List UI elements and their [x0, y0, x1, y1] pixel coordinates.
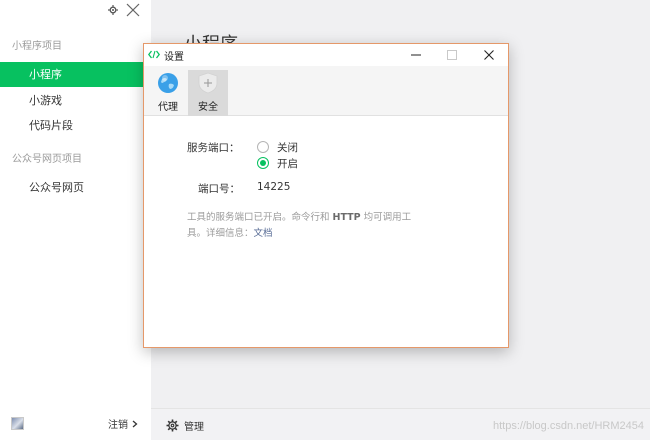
settings-gear-icon[interactable] [108, 5, 118, 15]
hint-http: HTTP [332, 212, 361, 223]
maximize-icon [447, 50, 457, 60]
tab-security-label: 安全 [198, 102, 218, 113]
avatar[interactable] [11, 417, 24, 430]
logout-label: 注销 [108, 420, 128, 431]
sidebar: 小程序项目 小程序 小游戏 代码片段 公众号网页项目 公众号网页 注销 [0, 0, 151, 440]
gear-icon [166, 419, 179, 432]
watermark: https://blog.csdn.net/HRM2454 [492, 420, 644, 432]
chevron-right-icon [132, 420, 138, 427]
sidebar-bottom-bar: 注销 [0, 408, 151, 440]
dialog-titlebar[interactable]: 设置 [144, 44, 508, 66]
sidebar-item-code-snippet[interactable]: 代码片段 [0, 113, 151, 138]
manage-label: 管理 [184, 422, 204, 433]
section-title-miniprogram-projects: 小程序项目 [12, 41, 62, 52]
main-bottom-bar: 管理 https://blog.csdn.net/HRM2454 [151, 408, 650, 440]
minimize-button[interactable] [398, 44, 434, 66]
tab-proxy-label: 代理 [158, 102, 178, 113]
dialog-tab-bar: 代理 安全 [144, 66, 508, 116]
sidebar-item-miniprogram[interactable]: 小程序 [0, 62, 151, 87]
tab-proxy[interactable]: 代理 [148, 70, 188, 116]
sidebar-item-official-account-web[interactable]: 公众号网页 [0, 175, 151, 200]
maximize-button[interactable] [434, 44, 470, 66]
sidebar-top-controls [108, 3, 140, 17]
dialog-close-button[interactable] [471, 44, 507, 66]
settings-dialog: 设置 代理 安全 服务端口： 关闭 开启 端口号： 14225 工具的服务端口已… [143, 43, 509, 348]
port-number-value: 14225 [257, 181, 291, 193]
radio-on[interactable] [257, 157, 269, 169]
devtools-logo-icon [148, 50, 160, 59]
close-icon[interactable] [126, 3, 140, 17]
minimize-icon [411, 54, 421, 56]
radio-on-label: 开启 [277, 158, 298, 170]
service-port-hint: 工具的服务端口已开启。命令行和 HTTP 均可调用工具。详细信息：文档 [187, 210, 427, 242]
section-title-official-account-projects: 公众号网页项目 [12, 154, 82, 165]
service-port-label: 服务端口： [187, 142, 240, 154]
dialog-title: 设置 [164, 52, 184, 63]
radio-off-label: 关闭 [277, 142, 298, 154]
hint-text-1: 工具的服务端口已开启。命令行和 [187, 212, 333, 223]
logout-button[interactable]: 注销 [108, 416, 138, 431]
port-number-label: 端口号： [198, 183, 240, 195]
shield-icon [198, 72, 218, 94]
manage-button[interactable]: 管理 [166, 418, 204, 433]
sidebar-item-minigame[interactable]: 小游戏 [0, 88, 151, 113]
close-icon [484, 50, 494, 60]
docs-link[interactable]: 文档 [254, 228, 273, 239]
radio-off[interactable] [257, 141, 269, 153]
globe-icon [158, 73, 178, 93]
tab-security[interactable]: 安全 [188, 70, 228, 116]
